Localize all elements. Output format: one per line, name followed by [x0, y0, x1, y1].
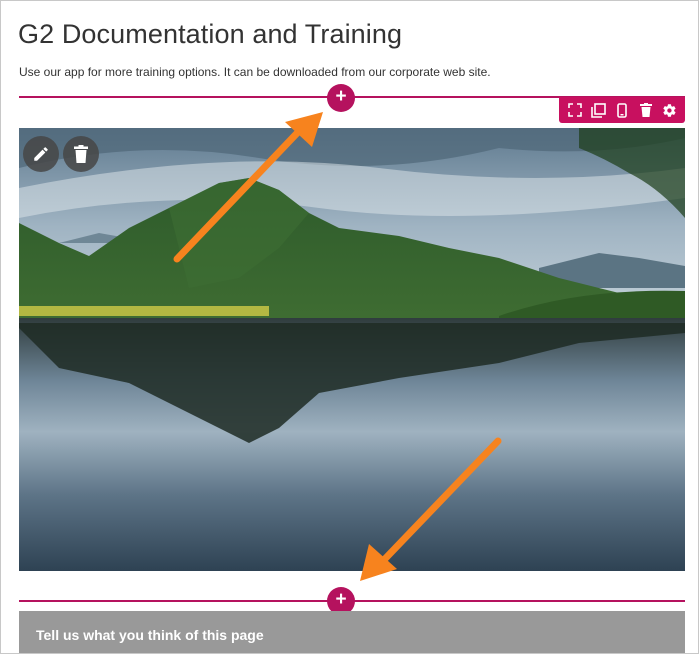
delete-icon[interactable] [638, 102, 654, 118]
page-title: G2 Documentation and Training [18, 19, 403, 49]
feedback-label: Tell us what you think of this page [36, 627, 264, 643]
block-toolbar [559, 97, 685, 123]
landscape-image[interactable] [19, 128, 685, 571]
feedback-bar[interactable]: Tell us what you think of this page [19, 611, 685, 653]
settings-icon[interactable] [661, 102, 677, 118]
page-frame: G2 Documentation and Training Use our ap… [0, 0, 699, 654]
edit-image-button[interactable] [23, 136, 59, 172]
add-section-button-top[interactable]: + [327, 84, 355, 112]
trash-icon [74, 145, 88, 163]
delete-image-button[interactable] [63, 136, 99, 172]
pencil-icon [34, 147, 48, 161]
page-subtitle: Use our app for more training options. I… [19, 65, 491, 79]
duplicate-icon[interactable] [590, 102, 606, 118]
mobile-icon[interactable] [614, 102, 630, 118]
expand-icon[interactable] [567, 102, 583, 118]
